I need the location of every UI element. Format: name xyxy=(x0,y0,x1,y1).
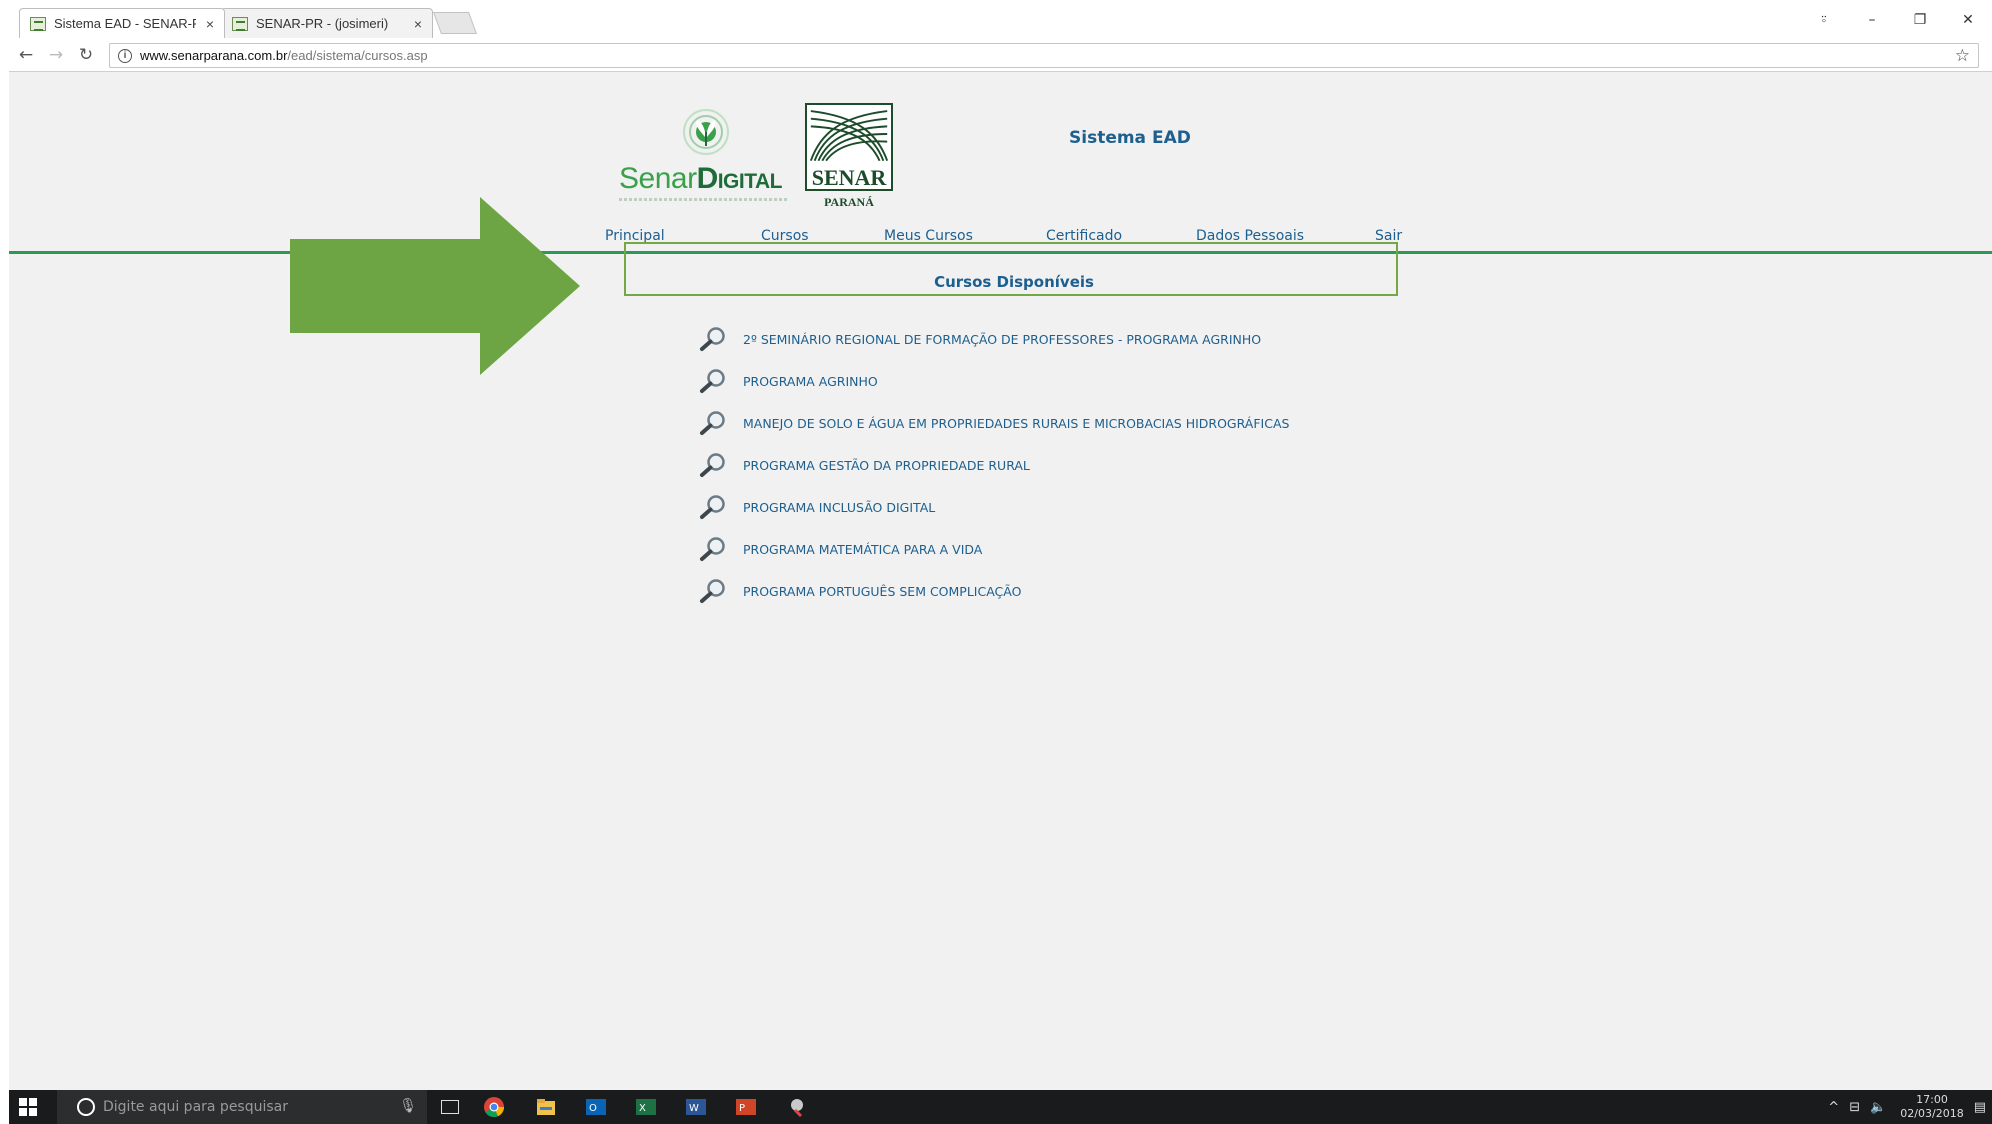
windows-start-icon[interactable] xyxy=(19,1098,37,1116)
system-title: Sistema EAD xyxy=(1069,128,1191,148)
nav-sair[interactable]: Sair xyxy=(1375,228,1402,244)
tab-senar-pr[interactable]: SENAR-PR - (josimeri) × xyxy=(221,8,433,38)
cortana-icon xyxy=(77,1098,95,1116)
url-host: www.senarparana.com.br xyxy=(140,48,288,63)
course-label: MANEJO DE SOLO E ÁGUA EM PROPRIEDADES RU… xyxy=(743,415,1290,431)
microphone-icon[interactable]: 🎙 xyxy=(399,1098,417,1114)
svg-text:W: W xyxy=(689,1103,699,1114)
nav-principal[interactable]: Principal xyxy=(605,228,665,244)
window-controls: ⍤ – ❐ ✕ xyxy=(1800,8,1992,32)
course-label: PROGRAMA INCLUSÃO DIGITAL xyxy=(743,499,936,515)
course-label: PROGRAMA MATEMÁTICA PARA A VIDA xyxy=(743,541,983,557)
senar-favicon-icon xyxy=(232,16,248,31)
magnifier-icon xyxy=(700,369,725,393)
outlook-icon[interactable]: O xyxy=(585,1096,607,1118)
pointer-arrow-graphic xyxy=(290,197,580,375)
chrome-icon[interactable] xyxy=(483,1096,505,1118)
nav-certificado[interactable]: Certificado xyxy=(1046,228,1122,244)
url-path: /ead/sistema/cursos.asp xyxy=(287,48,428,63)
chevron-up-icon[interactable]: ^ xyxy=(1828,1100,1839,1115)
reload-icon[interactable]: ↻ xyxy=(75,44,97,66)
course-item-portugues[interactable]: PROGRAMA PORTUGUÊS SEM COMPLICAÇÃO xyxy=(699,577,1021,605)
notifications-icon[interactable]: ▤ xyxy=(1974,1100,1986,1115)
url-input[interactable]: i www.senarparana.com.br/ead/sistema/cur… xyxy=(109,43,1979,68)
screen: Sistema EAD - SENAR-PR × SENAR-PR - (jos… xyxy=(9,0,1992,1124)
main-nav: Principal Cursos Meus Cursos Certificado… xyxy=(599,228,1429,252)
senar-favicon-icon xyxy=(30,16,46,31)
logo-wordmark: SenarDigital xyxy=(619,162,783,196)
file-explorer-icon[interactable] xyxy=(535,1096,557,1118)
senar-parana-logo[interactable]: SENAR PARANÁ xyxy=(805,103,895,213)
wheat-field-icon xyxy=(809,110,889,162)
magnifier-icon xyxy=(700,495,725,519)
logo-tagline xyxy=(619,198,789,201)
logo-senar-text: SENAR xyxy=(811,165,887,190)
minimize-button[interactable]: – xyxy=(1848,12,1896,28)
taskbar-search-input[interactable]: Digite aqui para pesquisar 🎙 xyxy=(57,1090,427,1124)
web-page: SenarDigital SENAR PARANÁ Sistema EAD Pr… xyxy=(9,73,1992,1090)
course-item-seminario-agrinho[interactable]: 2º SEMINÁRIO REGIONAL DE FORMAÇÃO DE PRO… xyxy=(699,325,1261,353)
new-tab-button[interactable] xyxy=(432,12,478,34)
restore-button[interactable]: ❐ xyxy=(1896,12,1944,28)
senar-digital-logo[interactable]: SenarDigital xyxy=(619,108,789,201)
back-arrow-icon[interactable]: ← xyxy=(15,44,37,66)
nav-meus-cursos[interactable]: Meus Cursos xyxy=(884,228,973,244)
magnifier-icon xyxy=(700,453,725,477)
course-item-programa-agrinho[interactable]: PROGRAMA AGRINHO xyxy=(699,367,878,395)
task-view-icon[interactable] xyxy=(441,1100,459,1114)
tab-sistema-ead[interactable]: Sistema EAD - SENAR-PR × xyxy=(19,8,225,38)
powerpoint-icon[interactable]: P xyxy=(735,1096,757,1118)
course-label: PROGRAMA AGRINHO xyxy=(743,373,878,389)
word-icon[interactable]: W xyxy=(685,1096,707,1118)
magnifier-icon xyxy=(700,411,725,435)
close-icon[interactable]: × xyxy=(414,16,422,32)
nav-cursos[interactable]: Cursos xyxy=(761,228,809,244)
network-icon[interactable]: ⊟ xyxy=(1849,1100,1860,1115)
nav-dados-pessoais[interactable]: Dados Pessoais xyxy=(1196,228,1304,244)
course-label: PROGRAMA GESTÃO DA PROPRIEDADE RURAL xyxy=(743,457,1030,473)
excel-icon[interactable]: X xyxy=(635,1096,657,1118)
browser-tab-strip: Sistema EAD - SENAR-PR × SENAR-PR - (jos… xyxy=(9,0,1992,38)
svg-text:X: X xyxy=(639,1103,646,1114)
logo-word-digital: Digital xyxy=(696,162,783,195)
volume-muted-icon[interactable]: 🔈 xyxy=(1870,1100,1886,1115)
forward-arrow-icon[interactable]: → xyxy=(45,44,67,66)
course-item-matematica[interactable]: PROGRAMA MATEMÁTICA PARA A VIDA xyxy=(699,535,982,563)
system-tray: ^ ⊟ 🔈 17:00 02/03/2018 ▤ xyxy=(1828,1090,1992,1124)
magnifier-icon xyxy=(700,327,725,351)
tab-title: Sistema EAD - SENAR-PR xyxy=(54,16,196,31)
svg-text:O: O xyxy=(589,1103,597,1114)
magnifier-icon xyxy=(700,537,725,561)
windows-taskbar: Digite aqui para pesquisar 🎙 O X W P ^ ⊟… xyxy=(9,1090,1992,1124)
magnifier-icon xyxy=(700,579,725,603)
account-icon[interactable]: ⍤ xyxy=(1800,12,1848,28)
clock[interactable]: 17:00 02/03/2018 xyxy=(1900,1093,1963,1121)
info-icon[interactable]: i xyxy=(118,49,132,63)
sprout-drop-icon xyxy=(683,109,729,155)
clock-time: 17:00 xyxy=(1916,1093,1948,1106)
course-label: PROGRAMA PORTUGUÊS SEM COMPLICAÇÃO xyxy=(743,583,1022,599)
logo-word-senar: Senar xyxy=(619,162,697,195)
course-label: 2º SEMINÁRIO REGIONAL DE FORMAÇÃO DE PRO… xyxy=(743,331,1262,347)
courses-title: Cursos Disponíveis xyxy=(934,273,1094,291)
window-close-button[interactable]: ✕ xyxy=(1944,12,1992,28)
course-item-manejo-solo-agua[interactable]: MANEJO DE SOLO E ÁGUA EM PROPRIEDADES RU… xyxy=(699,409,1289,437)
course-item-inclusao-digital[interactable]: PROGRAMA INCLUSÃO DIGITAL xyxy=(699,493,935,521)
bookmark-star-icon[interactable]: ☆ xyxy=(1955,44,1970,67)
clock-date: 02/03/2018 xyxy=(1900,1107,1964,1120)
tab-title: SENAR-PR - (josimeri) xyxy=(256,16,389,31)
search-placeholder: Digite aqui para pesquisar xyxy=(103,1099,289,1115)
course-item-gestao-propriedade[interactable]: PROGRAMA GESTÃO DA PROPRIEDADE RURAL xyxy=(699,451,1030,479)
logo-parana-text: PARANÁ xyxy=(824,195,874,209)
svg-text:P: P xyxy=(739,1103,745,1114)
address-bar: ← → ↻ i www.senarparana.com.br/ead/siste… xyxy=(9,38,1992,72)
close-icon[interactable]: × xyxy=(206,16,214,32)
misc-app-icon[interactable] xyxy=(787,1096,809,1118)
